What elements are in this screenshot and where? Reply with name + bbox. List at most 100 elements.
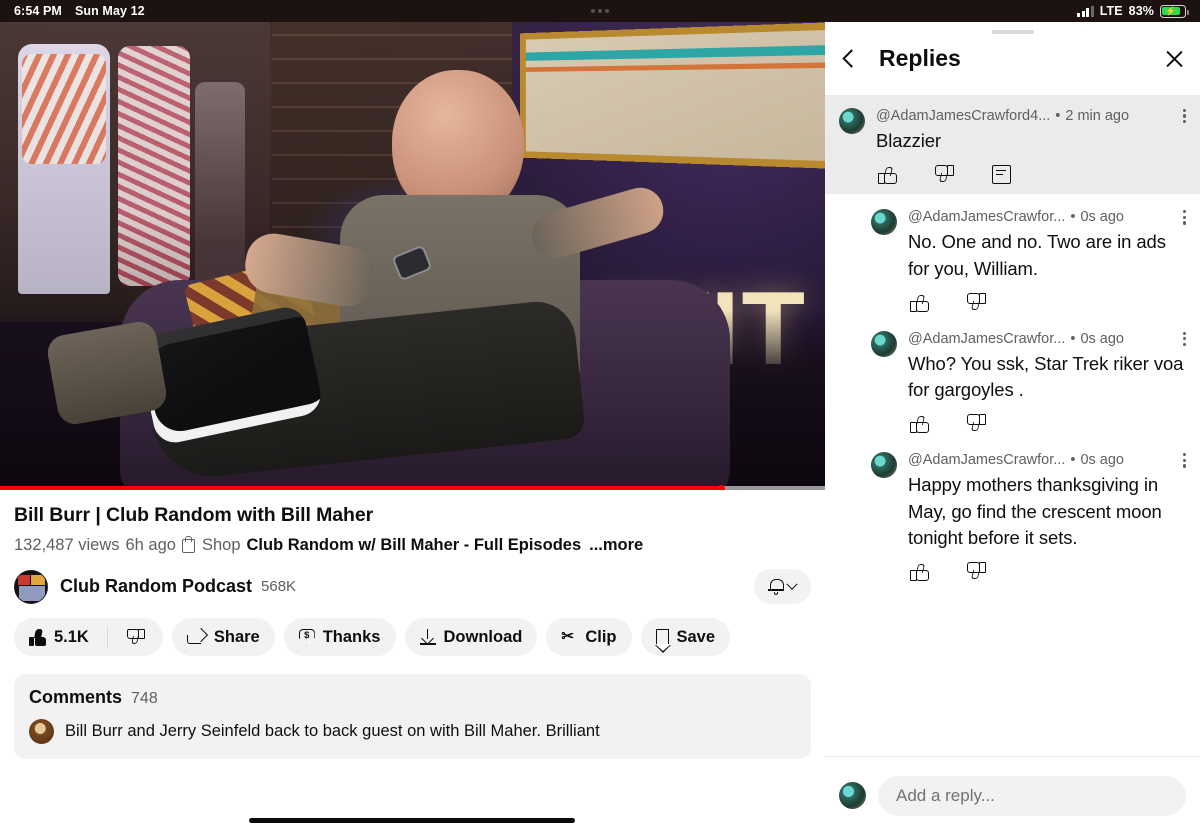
- avatar: [839, 782, 866, 809]
- video-frame-image: WIT: [0, 22, 825, 490]
- reply-author[interactable]: @AdamJamesCrawford4...: [876, 108, 1050, 124]
- reply-meta: @AdamJamesCrawfor... • 0s ago: [908, 452, 1186, 468]
- download-button[interactable]: Download: [404, 618, 538, 656]
- scissors-icon: ✂: [561, 628, 574, 645]
- reply-meta: @AdamJamesCrawfor... • 0s ago: [908, 331, 1186, 347]
- device-screen: 6:54 PM Sun May 12 LTE 83% ⚡ Bill Burr |…: [0, 0, 1200, 834]
- save-button[interactable]: Save: [640, 618, 731, 656]
- video-subline[interactable]: 132,487 views 6h ago Shop Club Random w/…: [14, 535, 811, 555]
- comments-count: 748: [131, 690, 158, 707]
- status-date: Sun May 12: [74, 4, 145, 18]
- battery-percent: 83%: [1128, 4, 1154, 18]
- more-options-icon[interactable]: [1173, 453, 1186, 468]
- share-button[interactable]: Share: [171, 618, 275, 656]
- video-progress-played: [0, 486, 718, 490]
- like-divider: [106, 626, 108, 648]
- reply-item[interactable]: @AdamJamesCrawfor... • 0s ago No. One an…: [825, 194, 1200, 316]
- video-action-bar: 5.1K Share Thanks Download ✂ Clip: [0, 604, 825, 656]
- reply-actions: [908, 562, 1186, 582]
- thumbs-down-icon: [128, 629, 145, 646]
- channel-name[interactable]: Club Random Podcast: [60, 576, 252, 597]
- like-button[interactable]: 5.1K: [14, 618, 163, 656]
- sheet-grabber[interactable]: [991, 30, 1034, 34]
- video-playlist[interactable]: Club Random w/ Bill Maher - Full Episode…: [247, 536, 582, 555]
- chevron-left-icon[interactable]: [842, 49, 861, 68]
- network-type: LTE: [1099, 4, 1123, 18]
- thumbs-up-icon[interactable]: [910, 414, 929, 434]
- download-label: Download: [443, 627, 523, 646]
- avatar[interactable]: [871, 209, 897, 236]
- reply-body: @AdamJamesCrawfor... • 0s ago Happy moth…: [908, 452, 1186, 582]
- reply-author[interactable]: @AdamJamesCrawfor...: [908, 452, 1065, 468]
- battery-icon: ⚡: [1160, 4, 1189, 18]
- avatar[interactable]: [871, 330, 897, 357]
- notification-bell-button[interactable]: [754, 569, 811, 604]
- channel-row[interactable]: Club Random Podcast 568K: [0, 555, 825, 604]
- thumbs-down-icon[interactable]: [967, 293, 986, 312]
- more-link[interactable]: ...more: [589, 536, 643, 555]
- reply-composer[interactable]: Add a reply...: [825, 756, 1200, 834]
- signal-strength-icon: [1077, 5, 1094, 17]
- more-options-icon[interactable]: [1173, 331, 1186, 347]
- meta-separator: •: [1055, 108, 1061, 124]
- replies-panel: Replies @AdamJamesCrawford4... • 2 min a…: [825, 22, 1200, 834]
- thumbs-up-icon[interactable]: [910, 293, 929, 312]
- reply-actions: [908, 293, 1186, 312]
- shop-label[interactable]: Shop: [202, 536, 241, 555]
- reply-text: Happy mothers thanksgiving in May, go fi…: [908, 474, 1162, 548]
- dislike-button[interactable]: [118, 629, 159, 646]
- channel-avatar[interactable]: [14, 569, 48, 604]
- video-progress-knob[interactable]: [717, 485, 725, 490]
- reply-item[interactable]: @AdamJamesCrawford4... • 2 min ago Blazz…: [825, 95, 1200, 195]
- reply-timestamp: 0s ago: [1080, 209, 1124, 226]
- video-pane: WIT: [0, 22, 825, 834]
- like-count: 5.1K: [54, 627, 89, 646]
- thanks-button[interactable]: Thanks: [283, 618, 396, 656]
- reply-comment-icon[interactable]: [992, 165, 1011, 185]
- video-player[interactable]: WIT: [0, 22, 825, 490]
- bookmark-icon: [654, 629, 671, 653]
- reply-meta: @AdamJamesCrawford4... • 2 min ago: [876, 108, 1186, 124]
- reply-text: No. One and no. Two are in ads for you, …: [908, 231, 1166, 279]
- thumbs-down-icon[interactable]: [967, 414, 986, 433]
- comments-header: Comments 748: [29, 687, 796, 708]
- meta-separator: •: [1070, 209, 1076, 226]
- share-label: Share: [213, 627, 260, 646]
- reply-actions: [876, 165, 1186, 185]
- close-x-icon[interactable]: [1164, 49, 1184, 69]
- comments-section[interactable]: Comments 748 Bill Burr and Jerry Seinfel…: [14, 674, 811, 759]
- video-progress-bar[interactable]: [0, 485, 825, 490]
- reply-body: @AdamJamesCrawford4... • 2 min ago Blazz…: [876, 108, 1186, 185]
- reply-author[interactable]: @AdamJamesCrawfor...: [908, 331, 1065, 347]
- reply-body: @AdamJamesCrawfor... • 0s ago No. One an…: [908, 209, 1186, 312]
- reply-item[interactable]: @AdamJamesCrawfor... • 0s ago Happy moth…: [825, 437, 1200, 585]
- avatar[interactable]: [839, 108, 865, 134]
- status-bar-left: 6:54 PM Sun May 12: [14, 4, 145, 18]
- reply-text: Blazzier: [876, 130, 941, 151]
- thumbs-down-icon[interactable]: [935, 165, 954, 184]
- more-options-icon[interactable]: [1173, 108, 1186, 124]
- download-icon: [419, 629, 436, 645]
- reply-actions: [908, 414, 1186, 434]
- chevron-down-icon: [786, 578, 798, 590]
- home-indicator[interactable]: [249, 818, 575, 823]
- avatar[interactable]: [871, 452, 897, 479]
- video-meta: Bill Burr | Club Random with Bill Maher …: [0, 490, 825, 555]
- clip-button[interactable]: ✂ Clip: [546, 618, 632, 656]
- status-bar-right: LTE 83% ⚡: [1077, 4, 1189, 18]
- replies-list[interactable]: @AdamJamesCrawford4... • 2 min ago Blazz…: [825, 95, 1200, 756]
- thumbs-up-icon[interactable]: [878, 165, 897, 185]
- video-views: 132,487 views: [14, 536, 120, 554]
- reply-item[interactable]: @AdamJamesCrawfor... • 0s ago Who? You s…: [825, 316, 1200, 438]
- reply-text: Who? You ssk, Star Trek riker voa for ga…: [908, 352, 1184, 401]
- comments-title: Comments: [29, 687, 123, 707]
- replies-title: Replies: [879, 45, 961, 71]
- more-options-icon[interactable]: [1173, 209, 1186, 225]
- thumbs-down-icon[interactable]: [967, 562, 986, 581]
- top-comment-preview[interactable]: Bill Burr and Jerry Seinfeld back to bac…: [29, 719, 796, 744]
- add-reply-input[interactable]: Add a reply...: [878, 775, 1186, 816]
- thumbs-up-icon[interactable]: [910, 562, 929, 582]
- comment-avatar: [29, 719, 54, 744]
- reply-author[interactable]: @AdamJamesCrawfor...: [908, 209, 1065, 225]
- shop-bag-icon: [181, 535, 195, 553]
